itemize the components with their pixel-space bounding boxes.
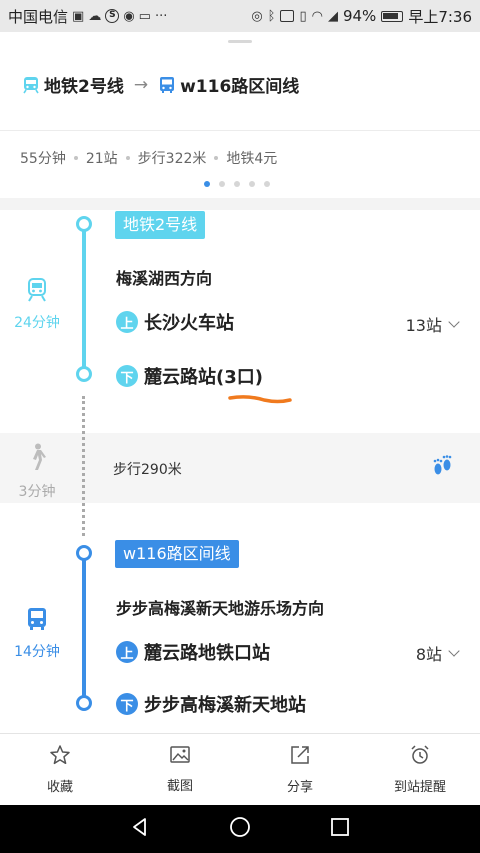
clock: 早上7:36: [408, 7, 472, 26]
subway-stop-count[interactable]: 13站: [405, 312, 460, 336]
image-icon: [169, 745, 191, 769]
nfc-icon: [280, 10, 295, 22]
alarm-clock-icon: [409, 744, 431, 770]
action-bar: 收藏 截图 分享 到站提醒: [0, 733, 480, 805]
drag-handle[interactable]: [228, 40, 252, 43]
route-arrow: →: [133, 74, 149, 95]
bus-timeline: [82, 553, 86, 703]
share-button[interactable]: 分享: [240, 734, 360, 805]
share-label: 分享: [286, 780, 313, 795]
alight-badge: 下: [116, 693, 138, 715]
favorite-button[interactable]: 收藏: [0, 734, 120, 805]
subway-mode: 24分钟: [0, 278, 74, 332]
separator-dot: [73, 156, 78, 160]
bus-time: 14分钟: [14, 644, 60, 660]
walk-time: 3分钟: [18, 484, 56, 500]
route-summary: 55分钟 21站 步行322米 地铁4元: [20, 148, 277, 168]
chevron-down-icon: [448, 316, 460, 328]
pager-dot[interactable]: [234, 181, 240, 187]
favorite-label: 收藏: [46, 780, 73, 795]
battery-icon: [381, 10, 404, 22]
bus-direction: 步步高梅溪新天地游乐场方向: [116, 599, 325, 618]
briefcase-icon: ▣: [72, 8, 85, 24]
subway-start-node: [76, 216, 92, 232]
back-icon[interactable]: [129, 816, 151, 842]
map-app-icon: ◉: [123, 8, 135, 24]
handwritten-underline: [228, 395, 292, 404]
bus-stop-count[interactable]: 8站: [415, 641, 460, 665]
recents-icon[interactable]: [329, 816, 351, 842]
bus-start-node: [76, 545, 92, 561]
subway-end-node: [76, 366, 92, 382]
summary-walk: 步行322米: [137, 151, 207, 167]
arrival-alert-label: 到站提醒: [393, 780, 446, 795]
summary-fare: 地铁4元: [226, 151, 278, 167]
route-line2: w116路区间线: [180, 77, 300, 97]
cloud-icon: ☁: [88, 8, 102, 24]
message-icon: ▭: [138, 8, 151, 24]
alight-stop-name: 步步高梅溪新天地站: [144, 695, 306, 716]
board-stop-name: 麓云路地铁口站: [144, 643, 270, 664]
route-header: 地铁2号线 → w116路区间线: [22, 72, 299, 97]
wifi-icon: ◠: [311, 8, 323, 24]
walk-distance: 步行290米: [113, 462, 182, 478]
signal-icon: ◢: [327, 8, 338, 24]
bus-line-tag[interactable]: w116路区间线: [115, 540, 239, 568]
walk-timeline: [82, 396, 85, 536]
pager-dot[interactable]: [249, 181, 255, 187]
board-badge: 上: [116, 311, 138, 333]
screenshot-label: 截图: [166, 779, 193, 794]
route-pager[interactable]: [204, 181, 270, 187]
divider: [0, 130, 480, 131]
bus-icon: [158, 76, 176, 94]
summary-duration: 55分钟: [20, 151, 66, 167]
route-line1: 地铁2号线: [44, 77, 124, 97]
stop-count-label: 13站: [405, 316, 442, 335]
vibrate-icon: ▯: [299, 8, 307, 24]
section-separator: [0, 198, 480, 210]
share-icon: [289, 744, 311, 770]
bus-icon: [0, 607, 74, 635]
status-bar: 中国电信 ▣ ☁ S ◉ ▭ ··· ◎ ᛒ ▯ ◠ ◢ 94% 早上7:36: [0, 0, 480, 32]
home-icon[interactable]: [228, 815, 252, 843]
battery-percent: 94%: [342, 7, 377, 25]
more-icon: ···: [154, 8, 168, 24]
screenshot-button[interactable]: 截图: [120, 734, 240, 805]
alight-badge: 下: [116, 365, 138, 387]
walking-person-icon: [0, 443, 74, 475]
system-nav-bar: [0, 805, 480, 853]
walk-mode: 3分钟: [0, 443, 74, 501]
bus-mode: 14分钟: [0, 607, 74, 661]
stop-count-label: 8站: [415, 645, 442, 664]
bus-alight-stop: 下 步步高梅溪新天地站: [116, 691, 306, 717]
bluetooth-icon: ᛒ: [267, 8, 276, 24]
bus-board-stop: 上 麓云路地铁口站: [116, 639, 270, 665]
subway-board-stop: 上 长沙火车站: [116, 309, 234, 335]
pager-dot[interactable]: [264, 181, 270, 187]
subway-line-tag[interactable]: 地铁2号线: [115, 211, 206, 239]
summary-stops: 21站: [85, 151, 118, 167]
subway-icon: [22, 76, 40, 94]
star-icon: [49, 744, 71, 770]
separator-dot: [125, 156, 130, 160]
subway-direction: 梅溪湖西方向: [116, 269, 213, 288]
arrival-alert-button[interactable]: 到站提醒: [360, 734, 480, 805]
board-badge: 上: [116, 641, 138, 663]
subway-timeline: [82, 224, 86, 374]
subway-time: 24分钟: [14, 315, 60, 331]
subway-icon: [0, 278, 74, 306]
carrier-label: 中国电信: [8, 7, 69, 26]
separator-dot: [214, 156, 219, 160]
pager-dot[interactable]: [219, 181, 225, 187]
alight-stop-name: 麓云路站(3口): [144, 367, 263, 388]
subway-alight-stop: 下 麓云路站(3口): [116, 363, 263, 389]
board-stop-name: 长沙火车站: [144, 313, 234, 334]
pager-dot-active[interactable]: [204, 181, 210, 187]
s-app-icon: S: [105, 9, 120, 23]
chevron-down-icon: [448, 645, 460, 657]
footprints-icon[interactable]: [432, 455, 454, 485]
bus-end-node: [76, 695, 92, 711]
location-icon: ◎: [251, 8, 263, 24]
